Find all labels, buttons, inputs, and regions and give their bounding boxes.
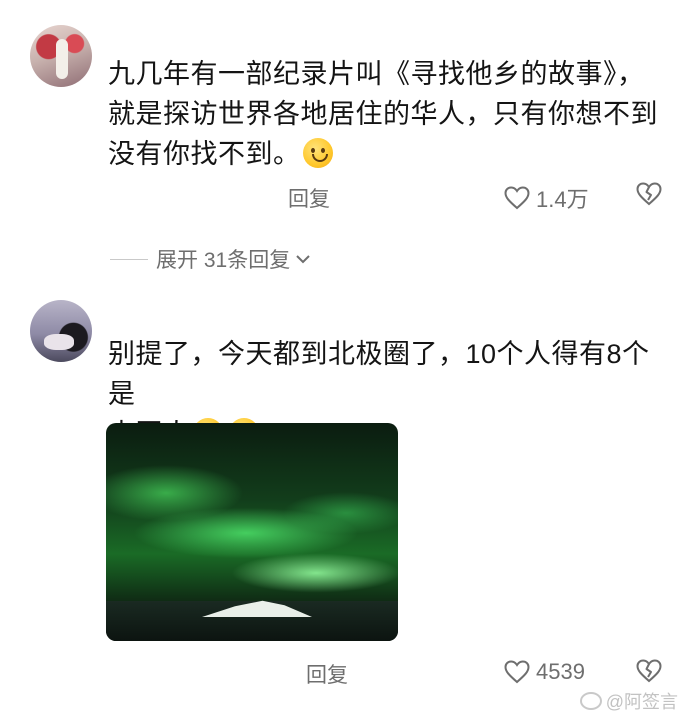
commenter-avatar[interactable]: [30, 25, 92, 87]
commenter-avatar[interactable]: [30, 300, 92, 362]
aurora-photo[interactable]: [106, 423, 398, 641]
watermark: @阿签言: [579, 688, 678, 714]
expand-replies-label: 展开 31条回复: [156, 249, 291, 272]
reply-button[interactable]: 回复: [306, 659, 348, 689]
like-count: 4539: [536, 659, 585, 684]
like-button[interactable]: 4539: [504, 659, 585, 685]
broken-heart-icon[interactable]: [636, 182, 662, 206]
reply-button[interactable]: 回复: [288, 183, 330, 213]
smile-emoji-icon: [302, 138, 333, 168]
chevron-down-icon: [296, 255, 310, 264]
like-count: 1.4万: [536, 187, 589, 212]
weibo-icon: [579, 692, 602, 710]
heart-icon: [504, 186, 530, 210]
expand-replies-button[interactable]: 展开 31条回复: [110, 244, 312, 274]
watermark-text: @阿签言: [605, 692, 678, 712]
divider: [110, 258, 148, 260]
heart-icon: [504, 660, 530, 684]
comment-text: 九几年有一部纪录片叫《寻找他乡的故事》， 就是探访世界各地居住的华人，只有你想不…: [108, 59, 658, 169]
like-button[interactable]: 1.4万: [504, 182, 589, 214]
broken-heart-icon[interactable]: [636, 659, 662, 683]
